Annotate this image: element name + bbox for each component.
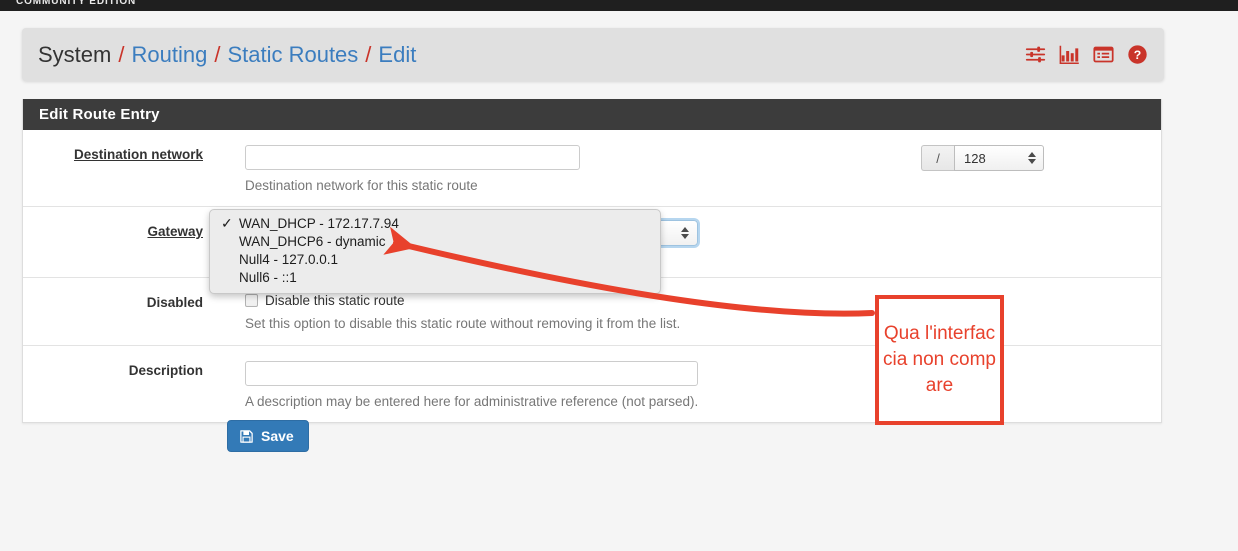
breadcrumb: System / Routing / Static Routes / Edit	[38, 42, 416, 68]
breadcrumb-link-edit[interactable]: Edit	[378, 42, 416, 68]
gateway-option[interactable]: WAN_DHCP6 - dynamic	[210, 233, 660, 251]
disabled-label: Disabled	[146, 295, 203, 310]
gateway-option-label: WAN_DHCP6 - dynamic	[239, 234, 386, 249]
gateway-options-dropdown[interactable]: ✓ WAN_DHCP - 172.17.7.94 WAN_DHCP6 - dyn…	[209, 209, 661, 294]
sliders-icon[interactable]	[1025, 44, 1046, 65]
disable-route-checkbox-label: Disable this static route	[265, 293, 405, 308]
gateway-label: Gateway	[147, 224, 203, 239]
disabled-help: Set this option to disable this static r…	[245, 316, 681, 331]
page-root: COMMUNITY EDITION System / Routing / Sta…	[0, 0, 1238, 551]
cidr-prefix-label: /	[921, 145, 954, 171]
breadcrumb-link-static-routes[interactable]: Static Routes	[227, 42, 358, 68]
disable-route-checkbox-group[interactable]: Disable this static route	[245, 293, 1161, 308]
description-label: Description	[128, 363, 203, 378]
breadcrumb-separator: /	[214, 41, 221, 67]
breadcrumb-icon-group: ?	[1025, 28, 1148, 81]
cidr-group: / 128	[921, 145, 1044, 171]
gateway-option-label: WAN_DHCP - 172.17.7.94	[239, 216, 399, 231]
save-button[interactable]: Save	[227, 420, 309, 452]
form-row-destination-network: Destination network Destination network …	[23, 130, 1161, 207]
annotation-callout-box: Qua l'interfaccia non compare	[875, 295, 1004, 425]
annotation-text: Qua l'interfaccia non compare	[882, 323, 996, 396]
destination-network-help: Destination network for this static rout…	[245, 178, 478, 193]
help-circle-icon[interactable]: ?	[1127, 44, 1148, 65]
destination-network-label: Destination network	[73, 147, 203, 162]
gateway-option[interactable]: Null6 - ::1	[210, 269, 660, 287]
stepper-arrows-icon[interactable]	[1028, 152, 1036, 164]
cidr-mask-select[interactable]: 128	[954, 145, 1044, 171]
floppy-disk-icon	[240, 429, 253, 443]
check-icon: ✓	[221, 215, 233, 231]
disable-route-checkbox[interactable]	[245, 294, 258, 307]
community-edition-label: COMMUNITY EDITION	[16, 0, 137, 7]
breadcrumb-link-routing[interactable]: Routing	[131, 42, 207, 68]
panel-title: Edit Route Entry	[23, 99, 1161, 130]
gateway-option-label: Null6 - ::1	[239, 270, 297, 285]
save-button-label: Save	[261, 428, 294, 444]
breadcrumb-separator: /	[118, 41, 125, 67]
breadcrumb-separator: /	[365, 41, 372, 67]
stepper-arrows-icon[interactable]	[681, 227, 689, 239]
form-actions: Save	[227, 420, 309, 452]
destination-network-input[interactable]	[245, 145, 580, 170]
cidr-mask-value: 128	[964, 150, 986, 166]
log-list-icon[interactable]	[1093, 44, 1114, 65]
gateway-option[interactable]: ✓ WAN_DHCP - 172.17.7.94	[210, 215, 660, 233]
svg-text:?: ?	[1134, 48, 1141, 62]
gateway-option[interactable]: Null4 - 127.0.0.1	[210, 251, 660, 269]
description-help: A description may be entered here for ad…	[245, 394, 699, 409]
description-input[interactable]	[245, 361, 698, 386]
breadcrumb-root: System	[38, 41, 112, 67]
top-dark-bar: COMMUNITY EDITION	[0, 0, 1238, 11]
breadcrumb-bar: System / Routing / Static Routes / Edit	[22, 28, 1164, 81]
chart-bar-icon[interactable]	[1059, 44, 1080, 65]
gateway-option-label: Null4 - 127.0.0.1	[239, 252, 339, 267]
